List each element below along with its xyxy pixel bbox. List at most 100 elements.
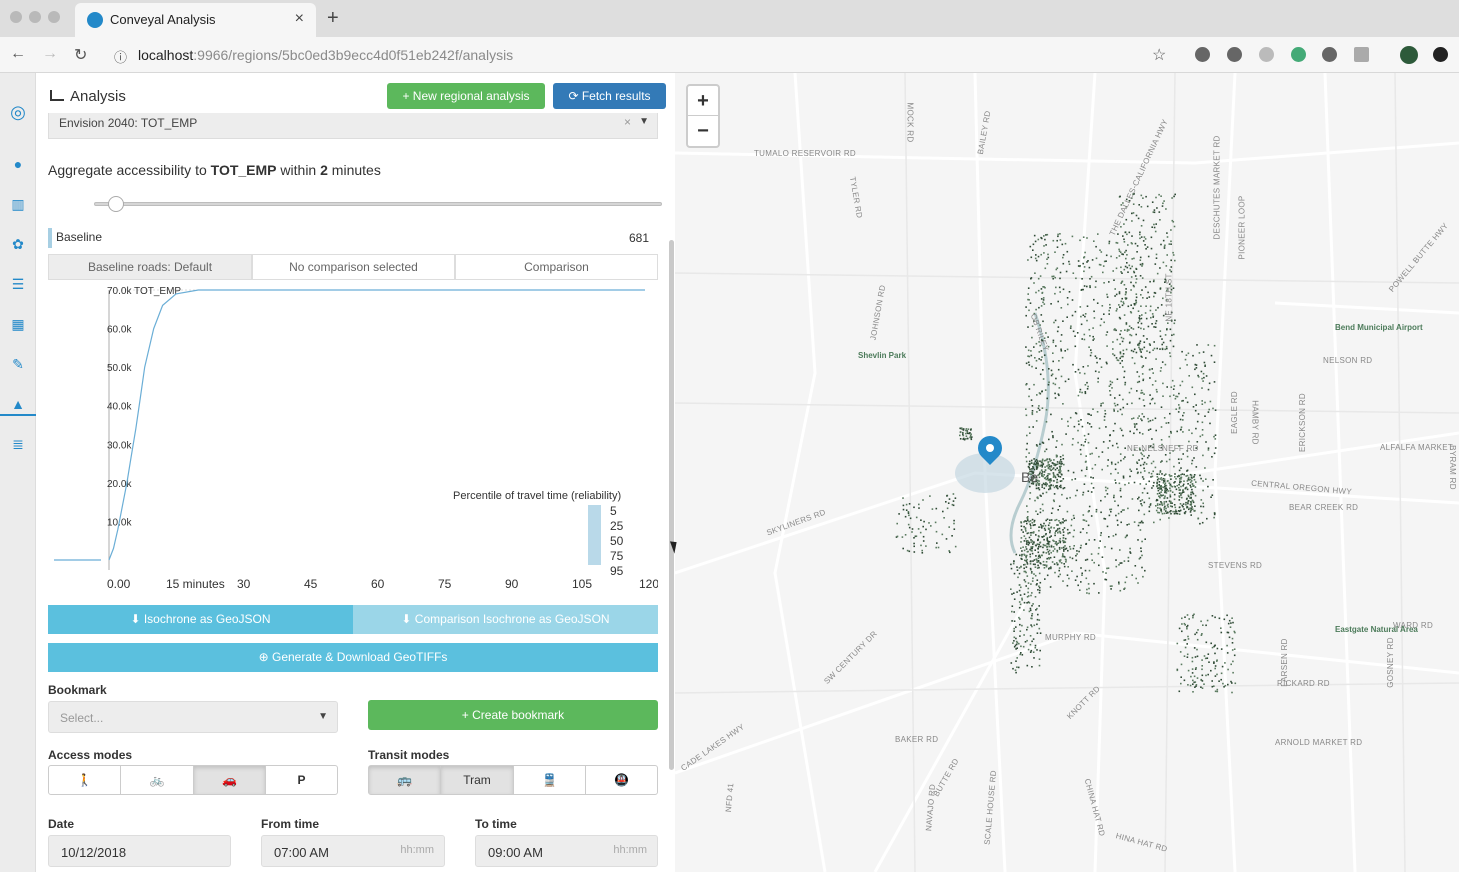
opportunity-point xyxy=(1207,447,1210,449)
opportunity-point xyxy=(1126,534,1128,537)
bike-mode-button[interactable]: 🚲 xyxy=(121,766,194,794)
window-maximize-button[interactable] xyxy=(48,11,60,23)
create-bookmark-button[interactable]: + Create bookmark xyxy=(368,700,658,730)
comparison-tab[interactable]: Comparison xyxy=(455,254,658,280)
opportunity-point xyxy=(1141,348,1143,350)
opportunity-point xyxy=(1113,494,1115,497)
table-icon[interactable]: ▦ xyxy=(0,312,36,336)
profile-avatar[interactable] xyxy=(1400,46,1418,64)
bus-mode-button[interactable]: 🚌 xyxy=(369,766,441,794)
subway-mode-button[interactable]: 🚇 xyxy=(586,766,657,794)
opportunity-point xyxy=(1062,580,1064,582)
opportunity-point xyxy=(1128,482,1130,484)
opportunity-point xyxy=(1155,196,1157,199)
to-time-field[interactable]: 09:00 AM hh:mm xyxy=(475,835,658,867)
bookmark-select[interactable]: Select... ▼ xyxy=(48,701,338,733)
opportunity-point xyxy=(1189,481,1192,484)
server-icon[interactable]: ≣ xyxy=(0,432,36,456)
rail-mode-button[interactable]: 🚆 xyxy=(514,766,586,794)
url-field[interactable]: localhost:9966/regions/5bc0ed3b9ecc4d0f5… xyxy=(138,47,513,63)
park-ride-mode-button[interactable]: P xyxy=(266,766,337,794)
opportunity-point xyxy=(1194,505,1196,507)
window-close-button[interactable] xyxy=(10,11,22,23)
info-icon[interactable]: ⓘ xyxy=(114,47,127,66)
opportunity-point xyxy=(1087,441,1090,444)
browser-tab[interactable]: Conveyal Analysis × xyxy=(75,3,316,37)
clear-icon[interactable]: × xyxy=(624,115,631,129)
opportunity-point xyxy=(1189,684,1192,687)
opportunity-point xyxy=(1059,484,1062,487)
opportunity-point xyxy=(1165,473,1167,475)
cubes-icon[interactable]: ✿ xyxy=(0,232,36,256)
zoom-out-button[interactable]: − xyxy=(688,116,718,146)
zoom-in-button[interactable]: + xyxy=(688,86,718,116)
walk-mode-button[interactable]: 🚶 xyxy=(49,766,121,794)
opportunity-point xyxy=(913,506,915,509)
forward-icon[interactable]: → xyxy=(42,45,58,63)
transit-modes-label: Transit modes xyxy=(368,748,450,762)
from-time-field[interactable]: 07:00 AM hh:mm xyxy=(261,835,445,867)
extension-icon[interactable] xyxy=(1291,47,1306,62)
opportunity-point xyxy=(1214,409,1217,411)
tram-mode-button[interactable]: Tram xyxy=(441,766,514,794)
opportunity-point xyxy=(1130,349,1133,352)
opportunity-point xyxy=(1153,326,1155,328)
date-field[interactable]: 10/12/2018 xyxy=(48,835,231,867)
bookmark-star-icon[interactable]: ☆ xyxy=(1152,45,1166,65)
pencil-icon[interactable]: ✎ xyxy=(0,352,36,376)
car-mode-button[interactable]: 🚗 xyxy=(194,766,266,794)
extension-icon[interactable] xyxy=(1354,47,1369,62)
opportunity-point xyxy=(1106,465,1109,467)
panel-scrollbar[interactable] xyxy=(669,240,674,770)
opportunity-point xyxy=(1045,485,1048,487)
new-tab-button[interactable]: + xyxy=(327,7,339,30)
opportunity-point xyxy=(1181,504,1183,507)
area-chart-icon[interactable]: ▲ xyxy=(0,392,36,416)
opportunity-point xyxy=(1115,329,1117,332)
travel-time-slider-handle[interactable] xyxy=(108,196,124,212)
baseline-roads-tab[interactable]: Baseline roads: Default xyxy=(48,254,252,280)
globe-icon[interactable]: ● xyxy=(0,152,36,176)
extension-icon[interactable] xyxy=(1259,47,1274,62)
opportunity-point xyxy=(1200,505,1202,508)
extension-icon[interactable] xyxy=(1433,47,1448,62)
opportunity-point xyxy=(922,499,924,501)
opportunity-point xyxy=(1059,340,1062,342)
chevron-down-icon[interactable]: ▼ xyxy=(639,116,649,127)
extension-icon[interactable] xyxy=(1227,47,1242,62)
download-comparison-isochrone-button[interactable]: ⬇ Comparison Isochrone as GeoJSON xyxy=(353,605,658,634)
opportunity-point xyxy=(1133,481,1136,484)
opportunity-point xyxy=(1062,539,1064,542)
comparison-selection-tab[interactable]: No comparison selected xyxy=(252,254,455,280)
opportunity-point xyxy=(1023,549,1026,552)
map-icon[interactable]: ▥ xyxy=(0,192,36,216)
opportunity-point xyxy=(1131,402,1133,405)
opportunity-point xyxy=(1039,460,1041,462)
back-icon[interactable]: ← xyxy=(10,45,26,63)
window-minimize-button[interactable] xyxy=(29,11,41,23)
extension-icon[interactable] xyxy=(1195,47,1210,62)
conveyal-logo-icon[interactable]: ◎ xyxy=(0,100,36,124)
generate-geotiffs-button[interactable]: ⊕ Generate & Download GeoTIFFs xyxy=(48,643,658,672)
reload-icon[interactable]: ↻ xyxy=(74,45,87,65)
database-icon[interactable]: ☰ xyxy=(0,272,36,296)
opportunity-point xyxy=(1197,629,1199,631)
opportunity-point xyxy=(1037,464,1040,466)
opportunity-point xyxy=(1065,561,1067,563)
download-isochrone-button[interactable]: ⬇ Isochrone as GeoJSON xyxy=(48,605,353,634)
opportunity-point xyxy=(966,437,969,440)
opportunity-dataset-select[interactable]: Envision 2040: TOT_EMP × ▼ xyxy=(48,113,658,139)
fetch-results-button[interactable]: ⟳ Fetch results xyxy=(553,83,666,109)
opportunity-point xyxy=(1123,376,1125,379)
opportunity-point xyxy=(1046,258,1048,260)
opportunity-point xyxy=(1089,285,1091,287)
opportunity-point xyxy=(1055,518,1058,521)
pinterest-icon[interactable] xyxy=(1322,47,1337,62)
opportunity-point xyxy=(921,549,923,552)
opportunity-point xyxy=(1046,233,1049,236)
new-regional-analysis-button[interactable]: + New regional analysis xyxy=(387,83,545,109)
map-view[interactable]: + − TUMALO RESERVOIR RD MOCK RD BAILEY R… xyxy=(675,73,1459,872)
opportunity-point xyxy=(1041,486,1043,488)
travel-time-slider-track[interactable] xyxy=(94,202,662,206)
tab-close-icon[interactable]: × xyxy=(295,10,304,28)
